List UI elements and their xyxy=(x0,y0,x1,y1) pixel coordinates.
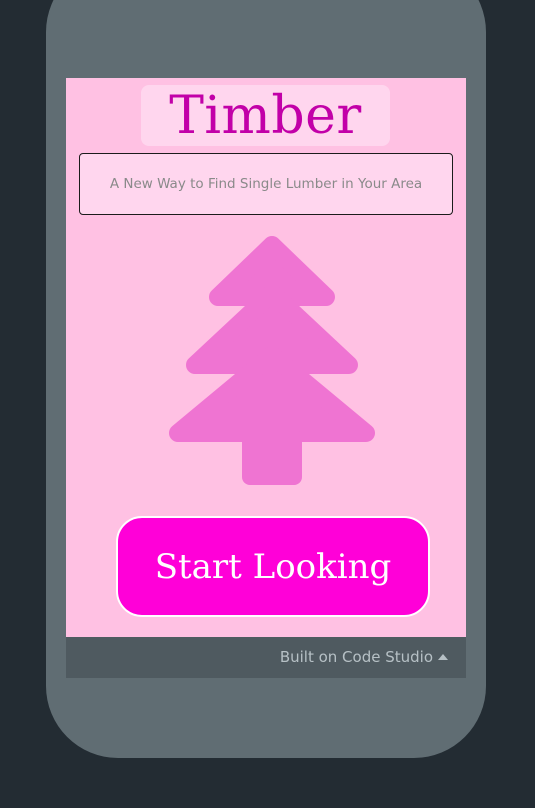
title-box: Timber xyxy=(141,85,390,146)
built-on-label: Built on Code Studio xyxy=(279,648,433,666)
tagline-box: A New Way to Find Single Lumber in Your … xyxy=(79,153,453,215)
tagline-text: A New Way to Find Single Lumber in Your … xyxy=(109,176,423,192)
app-title: Timber xyxy=(169,85,362,146)
start-looking-label: Start Looking xyxy=(154,546,392,587)
app-screen: Timber A New Way to Find Single Lumber i… xyxy=(66,78,466,637)
built-on-code-studio-link[interactable]: Built on Code Studio xyxy=(280,648,448,666)
pine-tree-icon xyxy=(169,236,375,485)
start-looking-button[interactable]: Start Looking xyxy=(116,516,430,617)
footer-bar: Built on Code Studio xyxy=(66,637,466,678)
caret-up-icon xyxy=(438,654,448,660)
